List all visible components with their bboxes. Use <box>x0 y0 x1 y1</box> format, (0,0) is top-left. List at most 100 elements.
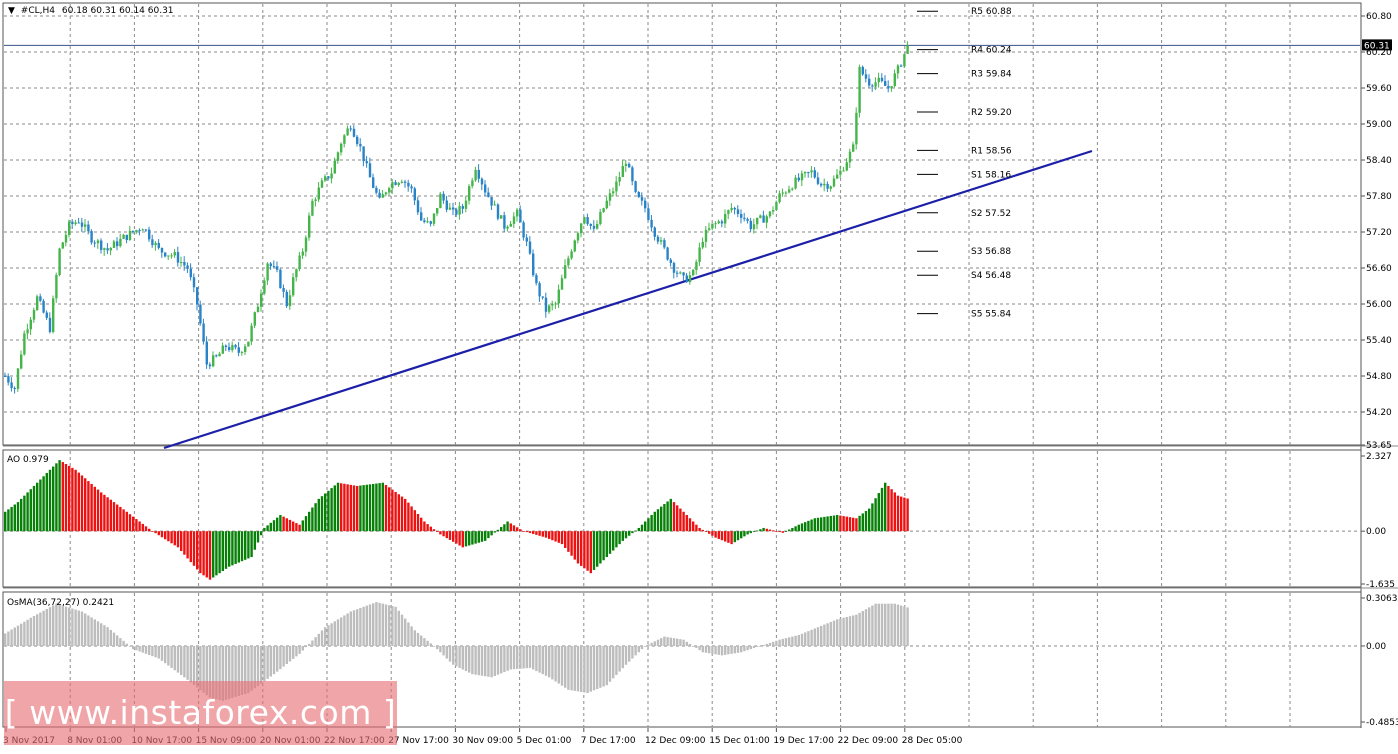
histogram-bar <box>448 531 452 540</box>
candle <box>311 198 314 217</box>
histogram-bar <box>458 645 461 668</box>
time-label: 30 Nov 09:00 <box>452 736 513 746</box>
histogram-bar <box>372 483 375 532</box>
candle <box>573 239 576 253</box>
candle <box>714 221 717 229</box>
candle <box>445 195 448 213</box>
candle <box>266 262 269 285</box>
chart-canvas[interactable]: R5 60.88 R4 60.24 R3 59.84 R2 59.20 R1 58.56… <box>0 0 1398 750</box>
histogram-bar <box>167 645 170 666</box>
histogram-bar <box>74 469 77 532</box>
histogram-bar <box>439 645 442 653</box>
histogram-bar <box>516 527 519 532</box>
histogram-bar <box>20 498 23 532</box>
histogram-bar <box>372 603 375 646</box>
candle <box>672 261 676 279</box>
candle <box>887 80 890 93</box>
histogram-bar <box>608 645 612 682</box>
histogram-bar <box>877 493 880 532</box>
candle <box>490 196 493 210</box>
histogram-bar <box>852 615 855 646</box>
histogram-bar <box>749 531 752 534</box>
histogram-bar <box>343 615 346 646</box>
candle <box>429 220 432 227</box>
histogram-bar <box>538 531 541 536</box>
dropdown-arrow-icon[interactable]: ▼ <box>8 6 15 16</box>
candle <box>212 351 215 368</box>
histogram-bar <box>506 645 509 671</box>
histogram-bar <box>93 619 96 646</box>
candle <box>74 219 77 226</box>
candle <box>23 330 26 356</box>
candle <box>218 351 221 357</box>
histogram-bar <box>448 645 452 662</box>
histogram-bar <box>503 524 506 532</box>
histogram-bar <box>708 645 711 654</box>
histogram-bar <box>103 625 106 646</box>
histogram-bar <box>800 523 804 532</box>
candle <box>720 219 724 228</box>
candle <box>906 41 909 55</box>
candle <box>749 217 752 232</box>
histogram-bar <box>679 508 682 532</box>
candle <box>525 234 528 247</box>
candle <box>807 171 810 178</box>
histogram-bar <box>442 531 445 537</box>
histogram-bar <box>160 645 164 661</box>
histogram-bar <box>557 531 560 543</box>
histogram-bar <box>173 645 176 671</box>
candle <box>596 220 599 230</box>
histogram-bar <box>346 613 349 646</box>
histogram-bar <box>471 645 474 675</box>
histogram-bar <box>589 645 592 692</box>
price-tick-label: 53.65 <box>1366 441 1392 451</box>
histogram-bar <box>484 531 487 541</box>
histogram-bar <box>647 644 650 646</box>
histogram-bar <box>621 531 624 541</box>
histogram-bar <box>711 531 714 536</box>
histogram-bar <box>640 645 644 650</box>
histogram-bar <box>804 522 807 532</box>
candle <box>144 228 148 233</box>
histogram-bar <box>525 531 528 533</box>
histogram-bar <box>330 488 333 532</box>
pivot-level-s1: S1 58.16 <box>917 170 1011 180</box>
histogram-bar <box>832 620 836 646</box>
histogram-bar <box>493 531 496 533</box>
histogram-bar <box>618 645 621 672</box>
pivot-level-r3: R3 59.84 <box>917 70 1012 80</box>
histogram-bar <box>800 633 804 646</box>
histogram-bar <box>570 531 573 556</box>
candle <box>189 263 192 281</box>
histogram-bar <box>724 531 727 542</box>
candle <box>701 237 704 250</box>
histogram-bar <box>688 643 692 646</box>
histogram-bar <box>295 523 298 532</box>
candle <box>762 210 765 223</box>
histogram-bar <box>381 482 384 532</box>
indicator-tick-label: -0.4853 <box>1366 718 1398 728</box>
histogram-bar <box>317 633 320 646</box>
histogram-bar <box>765 528 768 532</box>
candle <box>343 134 346 148</box>
candle <box>365 156 368 168</box>
candle <box>423 217 426 224</box>
histogram-bar <box>452 531 455 542</box>
histogram-bar <box>189 531 192 563</box>
histogram-bar <box>756 645 759 648</box>
candle <box>708 222 711 231</box>
candle <box>314 197 317 207</box>
candle <box>103 247 106 256</box>
candle <box>420 207 423 222</box>
histogram-bar <box>55 463 58 532</box>
histogram-bar <box>471 531 474 545</box>
candle <box>602 207 605 213</box>
histogram-bar <box>349 484 352 532</box>
candle <box>298 251 301 272</box>
histogram-bar <box>205 531 208 578</box>
histogram-bar <box>768 642 772 646</box>
histogram-bar <box>103 494 106 532</box>
histogram-bar <box>52 605 55 646</box>
histogram-bar <box>119 506 122 532</box>
histogram-bar <box>541 645 544 675</box>
